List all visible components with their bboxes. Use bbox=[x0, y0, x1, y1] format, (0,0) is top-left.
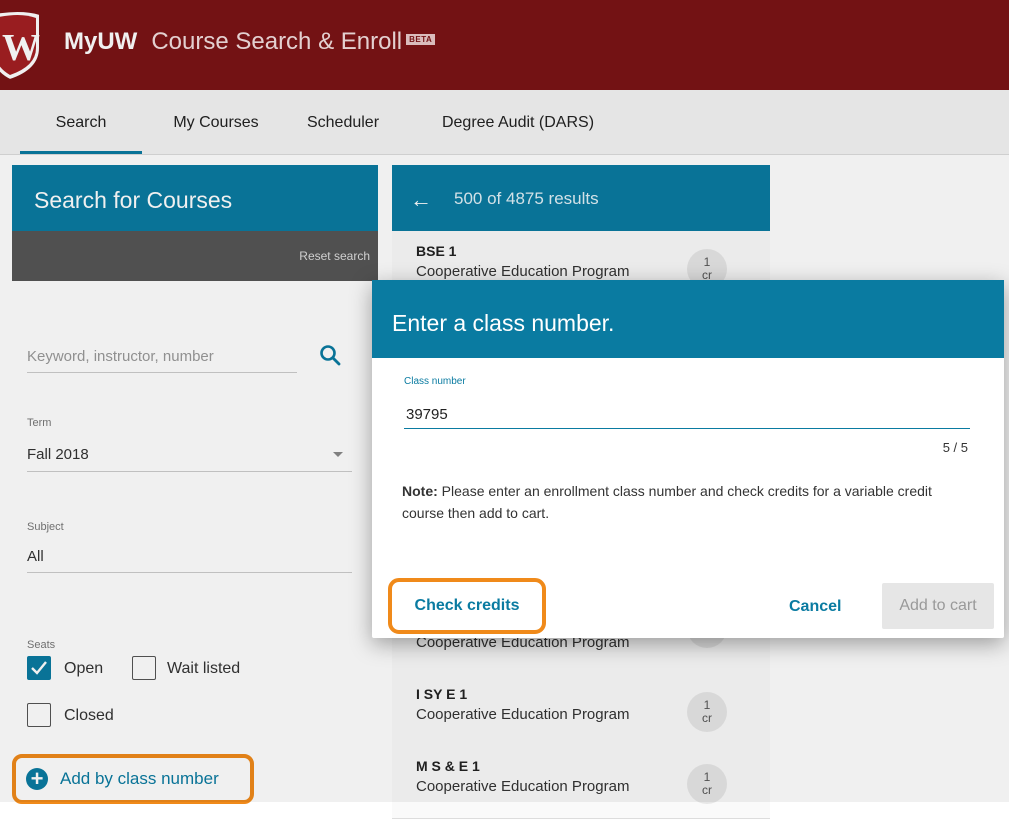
character-counter: 5 / 5 bbox=[942, 440, 968, 455]
class-number-input[interactable] bbox=[404, 397, 970, 429]
dialog-header: Enter a class number. bbox=[372, 280, 1004, 358]
note-text: Please enter an enrollment class number … bbox=[402, 483, 932, 521]
class-number-label: Class number bbox=[404, 376, 466, 387]
dialog-note: Note: Please enter an enrollment class n… bbox=[402, 480, 962, 524]
add-to-cart-button[interactable]: Add to cart bbox=[882, 583, 994, 629]
dialog-title: Enter a class number. bbox=[392, 310, 615, 336]
class-number-dialog: Enter a class number. Class number 5 / 5… bbox=[372, 280, 1004, 638]
note-label: Note: bbox=[402, 483, 438, 499]
check-credits-button[interactable]: Check credits bbox=[388, 578, 546, 634]
cancel-button[interactable]: Cancel bbox=[789, 598, 841, 616]
